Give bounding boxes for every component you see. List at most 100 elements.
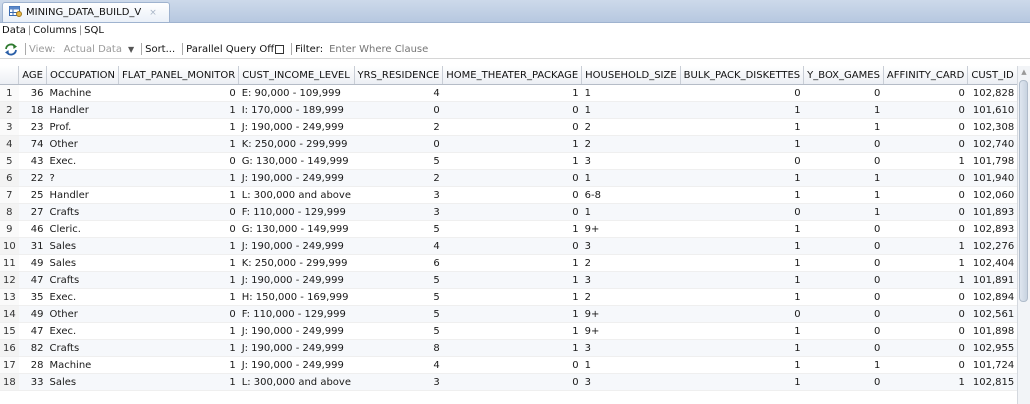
table-cell[interactable]: 0 bbox=[442, 101, 582, 119]
table-cell[interactable]: 1 bbox=[118, 135, 239, 153]
table-cell[interactable]: 23 bbox=[18, 118, 47, 136]
row-number-header[interactable] bbox=[0, 66, 20, 85]
table-row[interactable]: 17 28 Machine 1 J: 190,000 - 249,999 4 0 1 1 1 0 10… bbox=[0, 356, 1030, 374]
table-cell[interactable]: 0 bbox=[442, 203, 582, 221]
table-row[interactable]: 14 49 Other 0 F: 110,000 - 129,999 5 1 9+ 0 0 0 102… bbox=[0, 305, 1030, 323]
table-cell[interactable]: 9+ bbox=[581, 305, 681, 323]
table-cell[interactable]: Crafts bbox=[46, 203, 119, 221]
table-cell[interactable]: 4 bbox=[354, 356, 443, 374]
table-cell[interactable]: J: 190,000 - 249,999 bbox=[238, 271, 354, 289]
table-cell[interactable]: 8 bbox=[354, 339, 443, 357]
table-cell[interactable]: 1 bbox=[118, 322, 239, 340]
table-cell[interactable]: 1 bbox=[680, 339, 804, 357]
table-cell[interactable]: 101,891 bbox=[967, 271, 1018, 289]
table-cell[interactable]: 1 bbox=[803, 101, 884, 119]
table-cell[interactable]: 0 bbox=[883, 322, 968, 340]
table-cell[interactable]: 102,955 bbox=[967, 339, 1018, 357]
table-cell[interactable]: 0 bbox=[803, 220, 884, 238]
column-header[interactable]: HOME_THEATER_PACKAGE bbox=[442, 66, 583, 85]
table-cell[interactable]: 0 bbox=[680, 84, 804, 102]
table-cell[interactable]: 102,561 bbox=[967, 305, 1018, 323]
table-cell[interactable]: 1 bbox=[442, 220, 582, 238]
table-row[interactable]: 6 22? 1 J: 190,000 - 249,999 2 0 1 1 1 0 101,940 bbox=[0, 169, 1030, 187]
view-select[interactable]: Actual Data ▼ bbox=[60, 41, 139, 57]
tab-close-icon[interactable]: × bbox=[149, 8, 157, 18]
table-row[interactable]: 12 47 Crafts 1 J: 190,000 - 249,999 5 1 3 1 0 1 101… bbox=[0, 271, 1030, 289]
table-cell[interactable]: 1 bbox=[581, 356, 681, 374]
table-cell[interactable]: 1 bbox=[442, 305, 582, 323]
table-cell[interactable]: 0 bbox=[442, 118, 582, 136]
column-header[interactable]: YRS_RESIDENCE bbox=[354, 66, 444, 85]
vertical-scrollbar[interactable]: ▲ bbox=[1017, 66, 1030, 404]
table-cell[interactable]: 1 bbox=[680, 373, 804, 391]
column-header[interactable]: CUST_INCOME_LEVEL bbox=[238, 66, 355, 85]
table-cell[interactable]: Crafts bbox=[46, 271, 119, 289]
table-cell[interactable]: 82 bbox=[18, 339, 47, 357]
table-cell[interactable]: 49 bbox=[18, 305, 47, 323]
table-cell[interactable]: 1 bbox=[883, 237, 968, 255]
table-cell[interactable]: 0 bbox=[680, 305, 804, 323]
table-cell[interactable]: 1 bbox=[118, 373, 239, 391]
scroll-thumb[interactable] bbox=[1019, 80, 1028, 302]
table-cell[interactable]: 101,610 bbox=[967, 101, 1018, 119]
table-cell[interactable]: 0 bbox=[883, 101, 968, 119]
table-cell[interactable]: 0 bbox=[883, 288, 968, 306]
table-cell[interactable]: 0 bbox=[442, 356, 582, 374]
table-cell[interactable]: K: 250,000 - 299,999 bbox=[238, 135, 354, 153]
table-cell[interactable]: 18 bbox=[18, 101, 47, 119]
table-cell[interactable]: I: 170,000 - 189,999 bbox=[238, 101, 354, 119]
table-cell[interactable]: Exec. bbox=[46, 152, 119, 170]
table-cell[interactable]: 1 bbox=[442, 84, 582, 102]
table-cell[interactable]: 1 bbox=[118, 288, 239, 306]
table-cell[interactable]: 1 bbox=[803, 169, 884, 187]
column-header[interactable]: OCCUPATION bbox=[46, 66, 120, 85]
table-cell[interactable]: 0 bbox=[803, 373, 884, 391]
table-cell[interactable]: 3 bbox=[354, 373, 443, 391]
table-cell[interactable]: J: 190,000 - 249,999 bbox=[238, 322, 354, 340]
table-cell[interactable]: 6-8 bbox=[581, 186, 681, 204]
table-row[interactable]: 1 36 Machine 0 E: 90,000 - 109,999 4 1 1 0 0 0 102,… bbox=[0, 84, 1030, 102]
table-cell[interactable]: 1 bbox=[680, 118, 804, 136]
table-cell[interactable]: 5 bbox=[354, 322, 443, 340]
table-cell[interactable]: 36 bbox=[18, 84, 47, 102]
table-cell[interactable]: J: 190,000 - 249,999 bbox=[238, 339, 354, 357]
table-cell[interactable]: 0 bbox=[883, 186, 968, 204]
table-cell[interactable]: 28 bbox=[18, 356, 47, 374]
table-cell[interactable]: 1 bbox=[581, 203, 681, 221]
table-cell[interactable]: 49 bbox=[18, 254, 47, 272]
table-cell[interactable]: L: 300,000 and above bbox=[238, 373, 354, 391]
table-cell[interactable]: 0 bbox=[883, 356, 968, 374]
table-cell[interactable]: 1 bbox=[118, 271, 239, 289]
table-row[interactable]: 5 43 Exec. 0 G: 130,000 - 149,999 5 1 3 0 0 1 101,7… bbox=[0, 152, 1030, 170]
table-cell[interactable]: 0 bbox=[883, 135, 968, 153]
table-cell[interactable]: 0 bbox=[680, 152, 804, 170]
table-cell[interactable]: Crafts bbox=[46, 339, 119, 357]
table-cell[interactable]: 25 bbox=[18, 186, 47, 204]
table-cell[interactable]: Machine bbox=[46, 84, 119, 102]
subtab-columns[interactable]: Columns bbox=[31, 25, 79, 36]
table-row[interactable]: 13 35 Exec. 1 H: 150,000 - 169,999 5 1 2 1 0 0 102,… bbox=[0, 288, 1030, 306]
table-cell[interactable]: 2 bbox=[354, 118, 443, 136]
table-cell[interactable]: 1 bbox=[883, 373, 968, 391]
table-cell[interactable]: 0 bbox=[680, 203, 804, 221]
table-cell[interactable]: F: 110,000 - 129,999 bbox=[238, 203, 354, 221]
table-cell[interactable]: 0 bbox=[442, 186, 582, 204]
table-cell[interactable]: 1 bbox=[442, 322, 582, 340]
subtab-sql[interactable]: SQL bbox=[82, 25, 106, 36]
table-cell[interactable]: L: 300,000 and above bbox=[238, 186, 354, 204]
table-row[interactable]: 2 18 Handler 1 I: 170,000 - 189,999 0 0 1 1 1 0 101… bbox=[0, 101, 1030, 119]
table-cell[interactable]: 1 bbox=[680, 271, 804, 289]
table-row[interactable]: 8 27 Crafts 0 F: 110,000 - 129,999 3 0 1 0 1 0 101,… bbox=[0, 203, 1030, 221]
table-cell[interactable]: 4 bbox=[354, 237, 443, 255]
table-cell[interactable]: 5 bbox=[354, 288, 443, 306]
table-cell[interactable]: 0 bbox=[118, 152, 239, 170]
table-cell[interactable]: 1 bbox=[883, 271, 968, 289]
table-cell[interactable]: 22 bbox=[18, 169, 47, 187]
column-header[interactable]: BULK_PACK_DISKETTES bbox=[680, 66, 805, 85]
table-cell[interactable]: 102,308 bbox=[967, 118, 1018, 136]
table-cell[interactable]: 0 bbox=[803, 305, 884, 323]
filter-input[interactable] bbox=[327, 42, 492, 56]
table-cell[interactable]: 102,894 bbox=[967, 288, 1018, 306]
table-cell[interactable]: J: 190,000 - 249,999 bbox=[238, 169, 354, 187]
table-cell[interactable]: 1 bbox=[680, 237, 804, 255]
